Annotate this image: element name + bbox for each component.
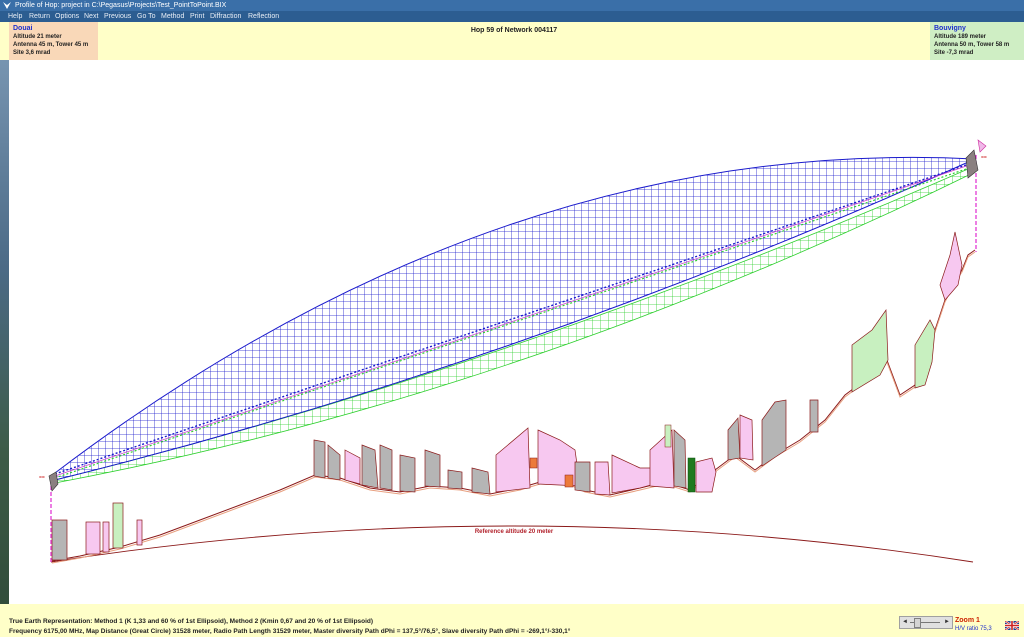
obstacle-darkgreen xyxy=(687,457,696,493)
right-site-name: Bouvigny xyxy=(934,25,966,32)
path-summary: Frequency 6175,00 MHz, Map Distance (Gre… xyxy=(9,628,571,635)
obstacle-green xyxy=(664,424,672,448)
menu-bar: Help Return Options Next Previous Go To … xyxy=(0,11,1024,22)
obstacle-gray xyxy=(51,519,68,561)
obstacle-pink xyxy=(739,414,754,461)
method-summary: True Earth Representation: Method 1 (K 1… xyxy=(9,618,374,625)
obstacle-gray xyxy=(574,461,591,493)
right-site-angle: Site -7,3 mrad xyxy=(934,50,974,56)
obstacle-pink xyxy=(594,461,611,496)
reference-label: Reference altitude 20 meter xyxy=(475,529,554,535)
profile-plot[interactable]: Reference altitude 20 meter == == xyxy=(9,60,1024,604)
obstacle-orange xyxy=(564,474,574,488)
obstacle-green xyxy=(851,308,889,393)
obstacle-pink xyxy=(495,427,531,493)
obstacle-pink xyxy=(344,449,361,485)
menu-return[interactable]: Return xyxy=(29,11,50,22)
obstacle-gray xyxy=(673,429,687,489)
window-title: Profile of Hop: project in C:\Pegasus\Pr… xyxy=(15,2,227,9)
left-site-antenna: Antenna 45 m, Tower 45 m xyxy=(13,42,89,48)
zoom-thumb[interactable] xyxy=(914,618,921,628)
right-site-marker xyxy=(977,139,987,153)
menu-reflection[interactable]: Reflection xyxy=(248,11,279,22)
obstacle-gray xyxy=(447,469,463,490)
left-site-panel: Douai Altitude 21 meter Antenna 45 m, To… xyxy=(9,22,98,60)
profile-canvas: Reference altitude 20 meter == == xyxy=(39,139,987,564)
hv-ratio-label: H/V ratio 75,3 xyxy=(955,626,992,632)
menu-diffraction[interactable]: Diffraction xyxy=(210,11,241,22)
menu-next[interactable]: Next xyxy=(84,11,98,22)
obstacle-gray xyxy=(399,454,416,493)
obstacle-pink xyxy=(136,519,143,546)
obstacle-gray xyxy=(424,449,441,488)
left-site-name: Douai xyxy=(13,25,33,32)
obstacle-gray xyxy=(327,444,341,481)
obstacle-gray xyxy=(809,399,819,433)
radio-path-line xyxy=(54,161,976,475)
obstacle-gray xyxy=(471,467,491,495)
title-bar: Profile of Hop: project in C:\Pegasus\Pr… xyxy=(0,0,1024,11)
desktop-edge xyxy=(0,22,9,637)
left-antenna xyxy=(48,471,59,492)
right-site-panel: Bouvigny Altitude 189 meter Antenna 50 m… xyxy=(930,22,1024,60)
right-site-antenna: Antenna 50 m, Tower 58 m xyxy=(934,42,1010,48)
obstacle-pink xyxy=(102,521,110,553)
status-footer: True Earth Representation: Method 1 (K 1… xyxy=(0,604,1024,637)
obstacle-gray xyxy=(727,417,741,461)
left-site-angle: Site 3,6 mrad xyxy=(13,50,51,56)
menu-method[interactable]: Method xyxy=(161,11,184,22)
zoom-left-arrow-icon[interactable]: ◄ xyxy=(902,617,908,628)
obstacle-gray xyxy=(361,444,379,489)
radio-path-line-2 xyxy=(54,165,976,479)
obstacle-gray xyxy=(379,444,393,491)
obstacle-orange xyxy=(529,457,538,469)
menu-help[interactable]: Help xyxy=(8,11,22,22)
obstacle-green xyxy=(112,502,124,549)
right-site-altitude: Altitude 189 meter xyxy=(934,34,987,40)
left-endpoint-mark: == xyxy=(39,475,45,481)
menu-print[interactable]: Print xyxy=(190,11,204,22)
app-icon xyxy=(3,2,11,9)
zoom-right-arrow-icon[interactable]: ► xyxy=(944,617,950,628)
right-endpoint-mark: == xyxy=(981,155,987,161)
obstacle-pink xyxy=(695,457,717,493)
obstacle-pink xyxy=(85,521,101,555)
obstacle-gray xyxy=(313,439,326,479)
menu-go-to[interactable]: Go To xyxy=(137,11,156,22)
obstacle-green xyxy=(914,319,936,389)
zoom-label: Zoom 1 xyxy=(955,617,980,624)
zoom-slider[interactable]: ◄ ► xyxy=(899,616,953,629)
obstacle-gray xyxy=(761,399,787,467)
obstacle-pink xyxy=(939,231,963,301)
hop-title: Hop 59 of Network 004117 xyxy=(470,27,558,34)
uk-flag-icon[interactable] xyxy=(1005,621,1019,630)
menu-previous[interactable]: Previous xyxy=(104,11,131,22)
menu-options[interactable]: Options xyxy=(55,11,79,22)
obstacle-pink xyxy=(537,429,581,487)
left-site-altitude: Altitude 21 meter xyxy=(13,34,62,40)
